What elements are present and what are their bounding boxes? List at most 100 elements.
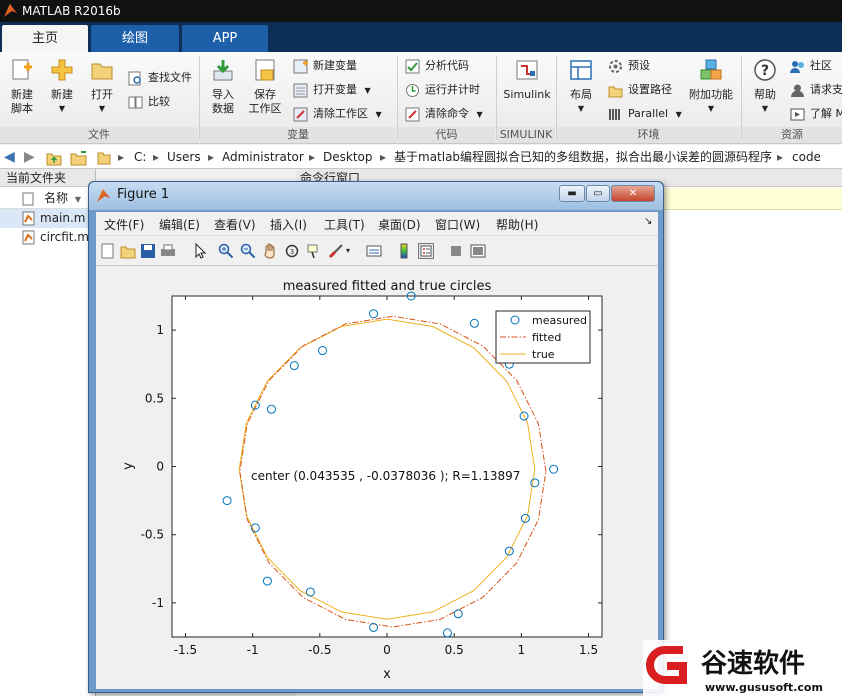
learn-matlab-button[interactable]: 了解 M bbox=[790, 104, 842, 124]
zoom-in-icon[interactable] bbox=[218, 243, 234, 259]
figure-title-bar[interactable]: Figure 1 ▬ ▭ ✕ bbox=[89, 182, 663, 210]
maximize-button[interactable]: ▭ bbox=[586, 185, 610, 202]
chevron-down-icon[interactable]: ▼ bbox=[365, 86, 371, 95]
analyze-code-button[interactable]: 分析代码 bbox=[405, 56, 469, 76]
chevron-down-icon[interactable]: ▼ bbox=[41, 102, 83, 116]
new-variable-icon bbox=[293, 59, 308, 74]
zoom-out-icon[interactable] bbox=[240, 243, 256, 259]
save-workspace-button[interactable]: 保存 工作区 bbox=[244, 58, 286, 116]
request-support-button[interactable]: 请求支 bbox=[790, 80, 842, 100]
fit-annotation: center (0.043535 , -0.0378036 ); R=1.138… bbox=[251, 469, 520, 483]
open-button[interactable]: 打开 ▼ bbox=[81, 58, 123, 116]
chevron-down-icon[interactable]: ▾ bbox=[346, 243, 362, 259]
file-list-item[interactable]: circfit.m bbox=[0, 228, 95, 247]
preferences-button[interactable]: 预设 bbox=[608, 56, 650, 76]
tab-home[interactable]: 主页 bbox=[2, 25, 88, 52]
chevron-down-icon[interactable]: ▼ bbox=[376, 110, 382, 119]
simulink-button[interactable]: Simulink bbox=[501, 58, 553, 102]
up-folder-icon[interactable] bbox=[46, 145, 62, 169]
menu-view[interactable]: 查看(V) bbox=[214, 216, 256, 233]
import-data-label: 导入 数据 bbox=[212, 88, 234, 115]
name-column-label: 名称 bbox=[44, 191, 69, 205]
current-folder-address-bar[interactable]: ◀ ▶ ▸ C: ▸ Users ▸ Administrator ▸ Deskt… bbox=[0, 145, 842, 169]
menu-insert[interactable]: 插入(I) bbox=[270, 216, 307, 233]
help-button[interactable]: ? 帮助 ▼ bbox=[744, 58, 786, 116]
x-tick-label: -0.5 bbox=[308, 643, 331, 657]
menu-help[interactable]: 帮助(H) bbox=[496, 216, 538, 233]
menu-window[interactable]: 窗口(W) bbox=[435, 216, 480, 233]
breadcrumb-segment[interactable]: Users bbox=[167, 145, 201, 169]
compare-label: 比较 bbox=[148, 95, 170, 108]
tab-plots[interactable]: 绘图 bbox=[91, 25, 179, 52]
new-figure-icon[interactable] bbox=[100, 243, 116, 259]
run-and-time-label: 运行并计时 bbox=[425, 83, 480, 96]
breadcrumb-segment[interactable]: Desktop bbox=[323, 145, 373, 169]
breadcrumb-segment[interactable]: C: bbox=[134, 145, 146, 169]
rotate-3d-icon[interactable]: 3 bbox=[284, 243, 300, 259]
chevron-down-icon[interactable]: ▼ bbox=[81, 102, 123, 116]
show-plot-tools-icon[interactable] bbox=[470, 243, 486, 259]
hide-plot-tools-icon[interactable] bbox=[448, 243, 464, 259]
breadcrumb-segment[interactable]: Administrator bbox=[222, 145, 304, 169]
breadcrumb-segment[interactable]: code bbox=[792, 145, 821, 169]
clear-workspace-button[interactable]: 清除工作区 ▼ bbox=[293, 104, 382, 124]
clear-commands-label: 清除命令 bbox=[425, 107, 469, 120]
figure-canvas[interactable]: -1.5 -1 -0.5 0 0.5 1 1.5 1 0.5 0 -0.5 -1 measured f… bbox=[96, 266, 658, 689]
open-variable-label: 打开变量 bbox=[313, 83, 357, 96]
open-file-icon[interactable] bbox=[120, 243, 136, 259]
plot-svg[interactable]: -1.5 -1 -0.5 0 0.5 1 1.5 1 0.5 0 -0.5 -1 measured f… bbox=[96, 266, 658, 689]
run-and-time-button[interactable]: 运行并计时 bbox=[405, 80, 480, 100]
file-list-item[interactable]: main.m bbox=[0, 209, 95, 228]
tab-apps[interactable]: APP bbox=[182, 25, 268, 52]
matlab-logo-icon bbox=[97, 189, 110, 202]
legend-icon[interactable] bbox=[418, 243, 434, 259]
menu-file[interactable]: 文件(F) bbox=[104, 216, 144, 233]
addons-button[interactable]: 附加功能 ▼ bbox=[688, 58, 734, 116]
minimize-button[interactable]: ▬ bbox=[559, 185, 585, 202]
colorbar-icon[interactable] bbox=[396, 243, 412, 259]
brush-icon[interactable] bbox=[328, 243, 344, 259]
chevron-right-icon: ▸ bbox=[208, 150, 215, 164]
name-column-header[interactable]: 名称 ▼ bbox=[0, 187, 95, 209]
back-arrow-icon[interactable]: ◀ bbox=[4, 145, 15, 169]
chevron-down-icon[interactable]: ▼ bbox=[744, 102, 786, 116]
forward-arrow-icon[interactable]: ▶ bbox=[24, 145, 35, 169]
import-data-button[interactable]: 导入 数据 bbox=[202, 58, 244, 116]
new-button[interactable]: 新建 ▼ bbox=[41, 58, 83, 116]
menu-tools[interactable]: 工具(T) bbox=[324, 216, 365, 233]
menu-desktop[interactable]: 桌面(D) bbox=[378, 216, 421, 233]
open-variable-button[interactable]: 打开变量 ▼ bbox=[293, 80, 371, 100]
legend-true-label: true bbox=[532, 348, 555, 361]
set-path-button[interactable]: 设置路径 bbox=[608, 80, 672, 100]
chevron-down-icon[interactable]: ▼ bbox=[477, 110, 483, 119]
new-variable-button[interactable]: 新建变量 bbox=[293, 56, 357, 76]
pointer-icon[interactable] bbox=[192, 242, 208, 259]
legend[interactable]: measured fitted true bbox=[495, 310, 591, 364]
link-plot-icon[interactable] bbox=[366, 243, 382, 259]
new-script-button[interactable]: 新建 脚本 bbox=[1, 58, 43, 116]
figure-window[interactable]: Figure 1 ▬ ▭ ✕ 文件(F) 编辑(E) 查看(V) 插入(I) 工… bbox=[88, 181, 664, 693]
parallel-button[interactable]: Parallel ▼ bbox=[608, 104, 682, 124]
dock-arrow-icon[interactable]: ↘ bbox=[644, 216, 652, 227]
close-button[interactable]: ✕ bbox=[611, 185, 655, 202]
pan-hand-icon[interactable] bbox=[262, 243, 278, 259]
community-button[interactable]: 社区 bbox=[790, 56, 832, 76]
breadcrumb-segment[interactable]: 基于matlab编程圆拟合已知的多组数据，拟合出最小误差的圆源码程序 bbox=[394, 145, 772, 169]
chevron-down-icon[interactable]: ▼ bbox=[688, 102, 734, 116]
menu-edit[interactable]: 编辑(E) bbox=[159, 216, 200, 233]
chevron-right-icon: ▸ bbox=[153, 150, 160, 164]
print-icon[interactable] bbox=[160, 243, 176, 259]
layout-button[interactable]: 布局 ▼ bbox=[560, 58, 602, 116]
save-icon[interactable] bbox=[140, 243, 156, 259]
compare-button[interactable]: 比较 bbox=[128, 92, 170, 112]
root-folder-icon bbox=[97, 145, 111, 169]
data-cursor-icon[interactable] bbox=[306, 243, 322, 259]
browse-folder-icon[interactable] bbox=[70, 145, 88, 169]
clear-commands-button[interactable]: 清除命令 ▼ bbox=[405, 104, 483, 124]
chevron-down-icon[interactable]: ▼ bbox=[676, 110, 682, 119]
chevron-down-icon[interactable]: ▼ bbox=[560, 102, 602, 116]
set-path-icon bbox=[608, 83, 623, 98]
open-variable-icon bbox=[293, 83, 308, 98]
chevron-down-icon[interactable]: ▼ bbox=[75, 195, 81, 204]
find-files-button[interactable]: 查找文件 bbox=[128, 68, 192, 88]
